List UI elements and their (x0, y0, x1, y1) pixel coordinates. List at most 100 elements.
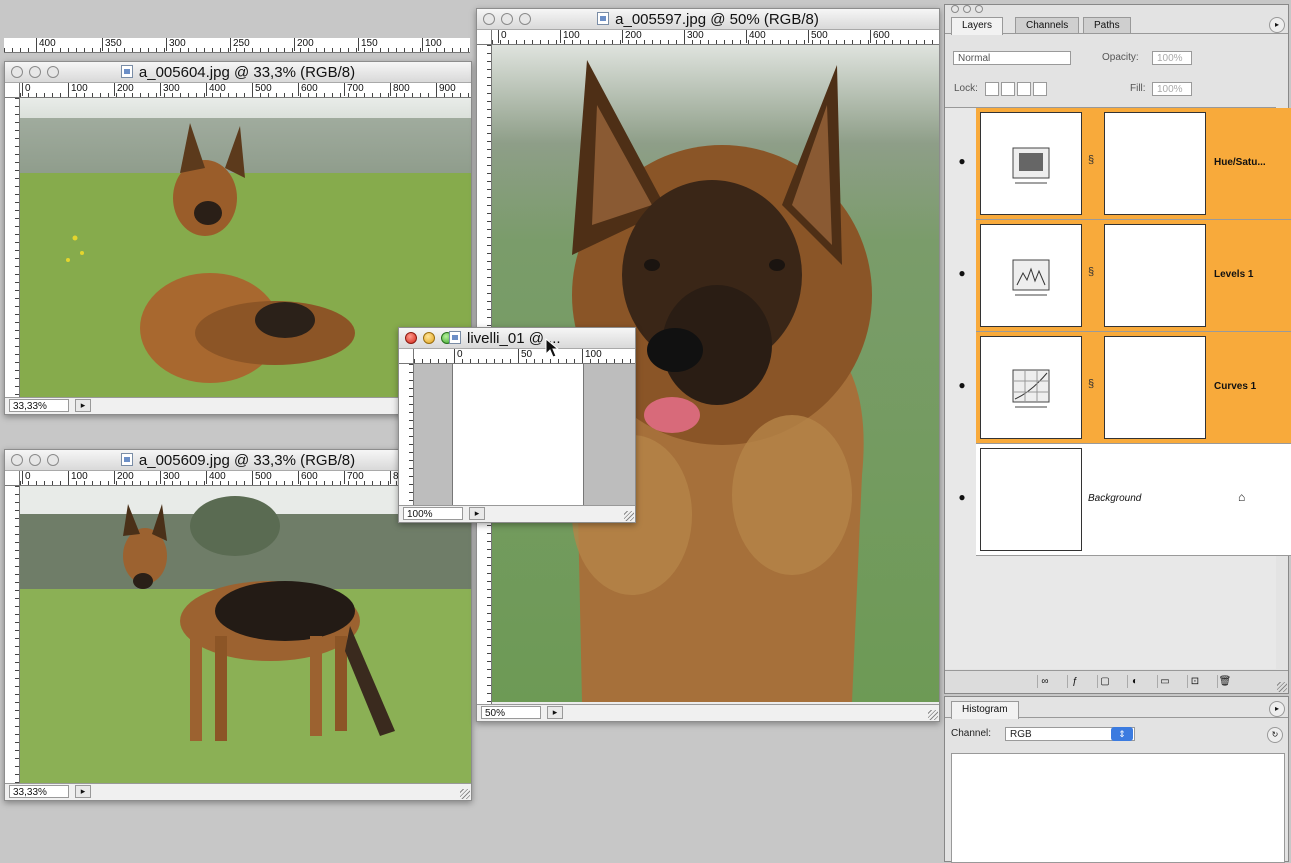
status-menu-icon[interactable]: ▸ (75, 785, 91, 798)
adjustment-layer-icon[interactable]: ◐ (1127, 675, 1142, 688)
link-icon[interactable]: § (1088, 378, 1094, 390)
tab-histogram[interactable]: Histogram (951, 701, 1019, 719)
ruler-label: 0 (22, 83, 31, 96)
resize-grip[interactable] (624, 511, 634, 521)
image-canvas[interactable] (20, 486, 471, 783)
lock-transparent-icon[interactable] (985, 82, 999, 96)
add-mask-icon[interactable]: ▢ (1097, 675, 1112, 688)
zoom-field[interactable]: 50% (481, 706, 541, 719)
layer-style-icon[interactable]: ƒ (1067, 675, 1082, 688)
panel-minimize-button[interactable] (963, 5, 971, 13)
zoom-field[interactable]: 100% (403, 507, 463, 520)
zoom-field[interactable]: 33,33% (9, 399, 69, 412)
tab-paths[interactable]: Paths (1083, 17, 1131, 33)
link-icon[interactable]: § (1088, 154, 1094, 166)
mouse-cursor-icon (545, 338, 560, 358)
ruler-label: 900 (436, 83, 456, 96)
layers-toolbar: ∞ ƒ ▢ ◐ ▭ ⊡ 🗑 (945, 670, 1288, 693)
document-window-livelli[interactable]: livelli_01 @ ... 0 50 100 100% ▸ (398, 327, 636, 523)
tab-channels[interactable]: Channels (1015, 17, 1080, 33)
visibility-eye-icon[interactable]: ● (950, 154, 974, 168)
ruler-label: 700 (344, 471, 364, 484)
lock-move-icon[interactable] (1017, 82, 1031, 96)
ruler-origin[interactable] (399, 349, 414, 364)
lock-all-icon[interactable] (1033, 82, 1047, 96)
link-layers-icon[interactable]: ∞ (1037, 675, 1052, 688)
layers-panel: Layers Channels Paths ▸ Normal Opacity: … (944, 4, 1291, 694)
fill-label: Fill: (1130, 83, 1146, 94)
zoom-field[interactable]: 33,33% (9, 785, 69, 798)
ruler-origin[interactable] (5, 471, 20, 486)
link-icon[interactable]: § (1088, 266, 1094, 278)
channel-label: Channel: (951, 728, 992, 739)
new-layer-icon[interactable]: ⊡ (1187, 675, 1202, 688)
layer-row[interactable]: ● § Hue/Satu... (958, 108, 1291, 220)
opacity-label: Opacity: (1102, 52, 1139, 63)
resize-grip[interactable] (460, 789, 470, 799)
window-title: a_005604.jpg @ 33,3% (RGB/8) (138, 64, 356, 81)
resize-grip[interactable] (1277, 682, 1287, 692)
ruler-label: 400 (206, 471, 226, 484)
dropdown-arrow-icon[interactable]: ⇕ (1111, 727, 1133, 741)
vertical-ruler[interactable] (5, 98, 20, 397)
refresh-icon[interactable]: ↻ (1267, 727, 1283, 743)
horizontal-ruler[interactable]: 0 100 200 300 400 500 600 (492, 30, 939, 45)
fill-field[interactable]: 100% (1152, 82, 1192, 96)
layer-row[interactable]: ● Background ⌂ (958, 444, 1291, 556)
ruler-origin[interactable] (5, 83, 20, 98)
new-group-icon[interactable]: ▭ (1157, 675, 1172, 688)
blend-mode-select[interactable]: Normal (953, 51, 1071, 65)
window-title: a_005597.jpg @ 50% (RGB/8) (615, 11, 819, 28)
ruler-label: 600 (870, 30, 890, 43)
close-button[interactable] (405, 332, 417, 344)
ruler-label: 200 (114, 471, 134, 484)
histogram-icon (1012, 147, 1050, 184)
vertical-ruler[interactable] (399, 364, 414, 505)
ruler-origin[interactable] (477, 30, 492, 45)
lock-brush-icon[interactable] (1001, 82, 1015, 96)
ruler-label: 250 (230, 38, 250, 51)
ruler-label: 400 (746, 30, 766, 43)
visibility-eye-icon[interactable]: ● (950, 266, 974, 280)
mask-thumbnail (1104, 112, 1206, 215)
adjustment-thumbnail (980, 224, 1082, 327)
mask-thumbnail (1104, 224, 1206, 327)
horizontal-ruler[interactable]: 0 100 200 300 400 500 600 700 800 900 (20, 83, 471, 98)
panel-close-button[interactable] (951, 5, 959, 13)
layer-name: Levels 1 (1214, 269, 1254, 280)
layer-name: Hue/Satu... (1214, 157, 1266, 168)
background-ruler-strip: 400 350 300 250 200 150 100 (4, 38, 470, 53)
opacity-field[interactable]: 100% (1152, 51, 1192, 65)
histogram-display (951, 753, 1285, 863)
trash-icon[interactable]: 🗑 (1217, 675, 1232, 688)
lock-icon: ⌂ (1238, 490, 1246, 504)
document-icon (120, 65, 133, 78)
resize-grip[interactable] (928, 710, 938, 720)
status-menu-icon[interactable]: ▸ (469, 507, 485, 520)
title-bar[interactable]: livelli_01 @ ... (399, 328, 635, 349)
ruler-label: 500 (252, 83, 272, 96)
ruler-label: 800 (390, 83, 410, 96)
status-menu-icon[interactable]: ▸ (547, 706, 563, 719)
panel-menu-icon[interactable]: ▸ (1269, 17, 1285, 33)
image-canvas[interactable] (414, 364, 635, 505)
visibility-eye-icon[interactable]: ● (950, 378, 974, 392)
ruler-label: 700 (344, 83, 364, 96)
visibility-eye-icon[interactable]: ● (950, 490, 974, 504)
horizontal-ruler[interactable]: 0 50 100 (414, 349, 635, 364)
layer-row[interactable]: ● § Levels 1 (958, 220, 1291, 332)
ruler-label: 200 (294, 38, 314, 51)
layer-row[interactable]: ● § Curves 1 (958, 332, 1291, 444)
minimize-button[interactable] (423, 332, 435, 344)
tab-layers[interactable]: Layers (951, 17, 1004, 35)
title-bar[interactable]: a_005597.jpg @ 50% (RGB/8) (477, 9, 939, 30)
status-menu-icon[interactable]: ▸ (75, 399, 91, 412)
panel-zoom-button[interactable] (975, 5, 983, 13)
vertical-ruler[interactable] (5, 486, 20, 783)
title-bar[interactable]: a_005604.jpg @ 33,3% (RGB/8) (5, 62, 471, 83)
status-bar: 33,33% ▸ (5, 783, 471, 800)
ruler-label: 300 (160, 471, 180, 484)
panel-menu-icon[interactable]: ▸ (1269, 701, 1285, 717)
layer-name: Curves 1 (1214, 381, 1257, 392)
ruler-label: 400 (36, 38, 56, 51)
